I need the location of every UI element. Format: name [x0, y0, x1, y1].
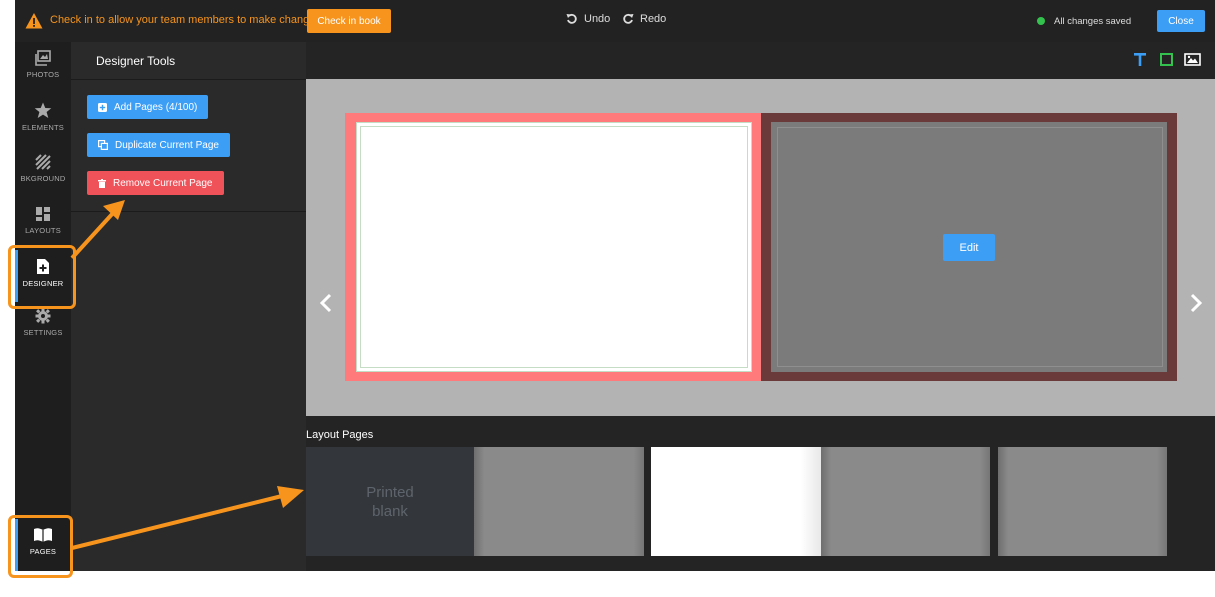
layouts-icon: [36, 207, 50, 221]
layout-pages-title: Layout Pages: [306, 429, 374, 441]
edit-page-button[interactable]: Edit: [943, 234, 995, 261]
designer-highlight-box: [8, 245, 76, 309]
printed-blank-line1: Printed: [366, 483, 414, 501]
page-thumbnail-printed-blank[interactable]: Printed blank: [306, 447, 474, 556]
nav-label-photos: PHOTOS: [26, 70, 60, 79]
left-page-bleed[interactable]: [345, 113, 761, 381]
nav-label-elements: ELEMENTS: [21, 123, 65, 132]
page-thumbnail[interactable]: [998, 447, 1167, 556]
redo-label: Redo: [640, 13, 667, 25]
plus-square-icon: [98, 102, 107, 112]
undo-button[interactable]: Undo: [566, 13, 610, 25]
divider: [71, 211, 306, 212]
nav-item-layouts[interactable]: LAYOUTS: [15, 198, 71, 250]
trash-icon: [98, 178, 106, 188]
nav-item-photos[interactable]: PHOTOS: [15, 42, 71, 94]
trim-guide: [360, 126, 748, 368]
page-thumbnail[interactable]: [474, 447, 644, 556]
remove-page-button[interactable]: Remove Current Page: [87, 171, 224, 195]
redo-button[interactable]: Redo: [622, 13, 666, 25]
redo-icon: [623, 13, 634, 24]
background-icon: [35, 154, 51, 170]
nav-label-layouts: LAYOUTS: [25, 226, 61, 235]
designer-tools-panel: Designer Tools Add Pages (4/100) Duplica…: [71, 42, 306, 571]
duplicate-page-label: Duplicate Current Page: [115, 139, 219, 151]
page-thumbnail[interactable]: [821, 447, 990, 556]
image-tool-icon[interactable]: [1184, 53, 1201, 66]
saved-status-dot: [1037, 17, 1045, 25]
gear-icon: [35, 308, 51, 324]
saved-status-text: All changes saved: [1054, 16, 1132, 27]
chevron-left-icon[interactable]: [319, 293, 333, 313]
nav-item-background[interactable]: BKGROUND: [15, 146, 71, 198]
nav-item-settings[interactable]: SETTINGS: [15, 302, 71, 354]
remove-page-label: Remove Current Page: [113, 177, 213, 189]
pages-highlight-box: [8, 515, 73, 578]
check-in-button[interactable]: Check in book: [307, 9, 391, 33]
check-in-warning-text: Check in to allow your team members to m…: [50, 14, 321, 26]
undo-icon: [566, 13, 577, 24]
close-button[interactable]: Close: [1157, 10, 1205, 32]
canvas-toolbar: [306, 42, 1215, 79]
chevron-right-icon[interactable]: [1189, 293, 1203, 313]
panel-title: Designer Tools: [96, 54, 176, 68]
nav-label-background: BKGROUND: [20, 174, 66, 183]
warning-icon: [25, 13, 43, 29]
undo-label: Undo: [584, 13, 611, 25]
photos-icon: [35, 50, 51, 66]
add-pages-label: Add Pages (4/100): [114, 101, 198, 113]
star-icon: [34, 102, 52, 118]
page-canvas: Edit: [306, 79, 1215, 416]
app-window: Check in to allow your team members to m…: [15, 0, 1215, 571]
top-bar: Check in to allow your team members to m…: [15, 0, 1215, 43]
nav-label-settings: SETTINGS: [23, 328, 63, 337]
printed-blank-label: Printed blank: [366, 483, 414, 521]
page-thumbnail[interactable]: [651, 447, 821, 556]
add-pages-button[interactable]: Add Pages (4/100): [87, 95, 209, 119]
duplicate-page-button[interactable]: Duplicate Current Page: [87, 133, 230, 157]
text-tool-icon[interactable]: [1134, 53, 1146, 66]
shape-tool-icon[interactable]: [1160, 53, 1173, 66]
divider: [71, 79, 306, 80]
left-page[interactable]: [356, 122, 752, 372]
printed-blank-line2: blank: [372, 502, 408, 520]
nav-item-elements[interactable]: ELEMENTS: [15, 94, 71, 146]
copy-icon: [98, 140, 108, 150]
